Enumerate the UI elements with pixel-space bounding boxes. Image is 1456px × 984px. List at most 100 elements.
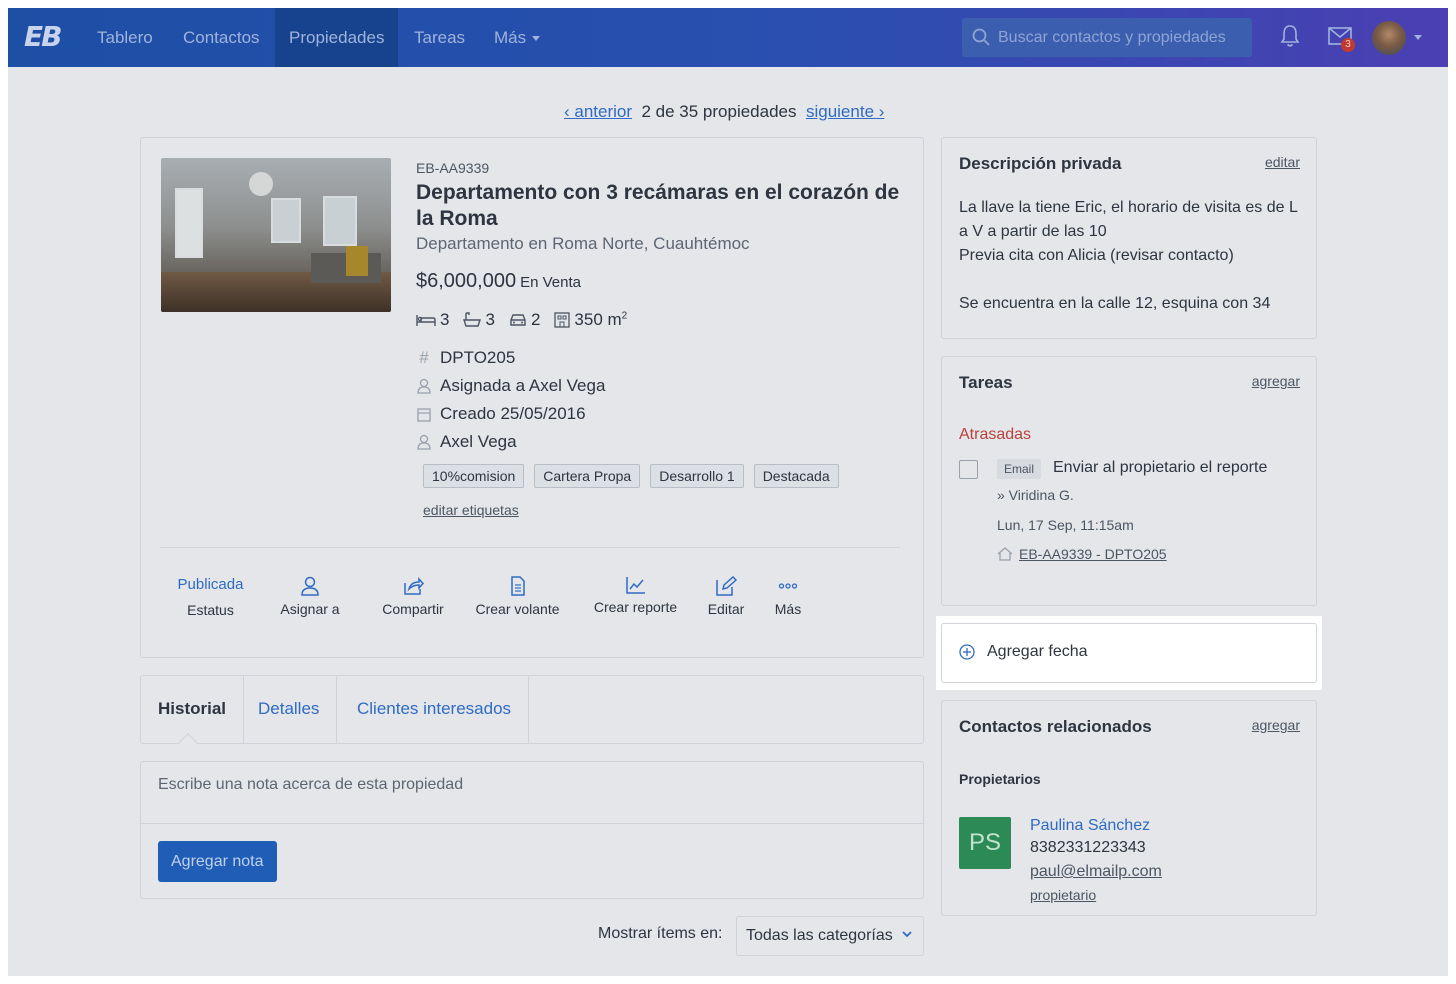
contact-name-link[interactable]: Paulina Sánchez (1030, 817, 1150, 835)
category-select[interactable]: Todas las categorías (736, 916, 924, 956)
filter-label: Mostrar ítems en: (598, 925, 723, 942)
bedrooms-feature: 3 (416, 310, 449, 330)
add-contact-link[interactable]: agregar (1252, 717, 1300, 733)
bathtub-icon (463, 312, 482, 327)
report-label: Crear reporte (593, 599, 678, 615)
related-contacts-title: Contactos relacionados (959, 717, 1152, 736)
property-tabs: Historial Detalles Clientes interesados (140, 675, 924, 753)
task-date: Lun, 17 Sep, 11:15am (997, 517, 1134, 533)
edit-tags-link[interactable]: editar etiquetas (423, 502, 519, 518)
price-value: $6,000,000 (416, 270, 517, 292)
contact-phone: 8382331223343 (1030, 839, 1146, 856)
note-composer: Agregar nota (140, 761, 924, 899)
area-unit-exponent: 2 (621, 310, 628, 322)
tag-item[interactable]: Desarrollo 1 (650, 464, 744, 488)
chevron-down-icon (532, 36, 541, 42)
tag-item[interactable]: Destacada (753, 464, 839, 488)
chevron-down-icon[interactable] (1414, 35, 1422, 40)
calendar-icon (416, 407, 432, 422)
overdue-heading: Atrasadas (959, 426, 1032, 443)
flyer-action[interactable]: Crear volante (470, 576, 565, 617)
area-number: 350 m (574, 310, 622, 329)
task-assignee: » Viridina G. (997, 487, 1074, 503)
app-logo[interactable]: EB (24, 20, 62, 53)
assign-user-icon (301, 576, 319, 596)
nav-item-mas-label: Más (494, 28, 527, 47)
property-title: Departamento con 3 recámaras en el coraz… (416, 181, 900, 230)
chart-icon (625, 577, 645, 594)
related-contacts-card: Contactos relacionados agregar Propietar… (941, 700, 1317, 916)
add-task-link[interactable]: agregar (1252, 373, 1300, 389)
created-row: Creado 25/05/2016 (416, 404, 586, 424)
task-title[interactable]: Enviar al propietario el reporte (1053, 459, 1267, 477)
bell-icon[interactable] (1280, 24, 1300, 48)
created-text: Creado 25/05/2016 (440, 404, 586, 423)
private-description-card: Descripción privada editar La llave la t… (941, 137, 1317, 339)
user-avatar[interactable] (1372, 21, 1406, 55)
app-window: EB Tablero Contactos Propiedades Tareas … (8, 8, 1448, 976)
car-icon (510, 314, 526, 326)
more-action[interactable]: Más (768, 576, 808, 617)
tab-clientes-interesados[interactable]: Clientes interesados (340, 676, 530, 743)
user-icon (416, 434, 432, 450)
add-note-button[interactable]: Agregar nota (158, 841, 277, 882)
more-dots-icon (778, 583, 798, 589)
mail-count-badge: 3 (1341, 38, 1355, 52)
share-icon (404, 577, 425, 595)
edit-label: Editar (707, 601, 745, 617)
tag-item[interactable]: 10%comision (423, 464, 525, 488)
task-type-badge: Email (997, 459, 1042, 479)
report-action[interactable]: Crear reporte (588, 576, 683, 615)
property-price: $6,000,000 En Venta (416, 270, 581, 293)
search-input[interactable] (998, 18, 1248, 57)
assign-label: Asignar a (280, 601, 340, 617)
property-photo[interactable] (161, 158, 391, 312)
task-property-link[interactable]: EB-AA9339 - DPTO205 (1019, 546, 1167, 562)
property-features: 3 3 2 350 m2 (416, 310, 627, 330)
bathrooms-count: 3 (485, 310, 495, 329)
divider (160, 547, 900, 548)
edit-description-link[interactable]: editar (1265, 154, 1300, 170)
contact-email-link[interactable]: paul@elmailp.com (1030, 863, 1162, 881)
tasks-title: Tareas (959, 373, 1013, 392)
assigned-text: Asignada a Axel Vega (440, 376, 606, 395)
area-value: 350 m2 (574, 310, 627, 330)
nav-item-propiedades[interactable]: Propiedades (275, 8, 399, 67)
nav-item-contactos[interactable]: Contactos (169, 8, 274, 67)
bathrooms-feature: 3 (463, 310, 495, 330)
bed-icon (416, 315, 436, 326)
flyer-label: Crear volante (475, 601, 560, 617)
parking-count: 2 (530, 310, 541, 329)
parking-feature: 2 (509, 310, 540, 330)
next-link[interactable]: siguiente › (806, 102, 884, 121)
edit-action[interactable]: Editar (702, 575, 750, 617)
add-date-button[interactable]: Agregar fecha (941, 623, 1317, 683)
more-label: Más (774, 601, 802, 617)
building-area-icon (554, 312, 571, 328)
nav-item-tablero[interactable]: Tablero (83, 8, 167, 67)
nav-item-tareas[interactable]: Tareas (400, 8, 479, 67)
task-checkbox[interactable] (959, 460, 978, 479)
nav-item-mas[interactable]: Más (480, 8, 554, 67)
search-box[interactable] (962, 18, 1252, 57)
home-icon (997, 547, 1013, 561)
note-textarea[interactable] (141, 762, 923, 824)
contact-role-link[interactable]: propietario (1030, 887, 1096, 903)
status-action[interactable]: Publicada Estatus (173, 576, 248, 618)
tab-historial[interactable]: Historial (141, 676, 245, 743)
contact-avatar[interactable]: PS (959, 817, 1011, 869)
edit-icon (716, 575, 738, 596)
share-label: Compartir (382, 601, 444, 617)
operation-type: En Venta (520, 274, 581, 291)
property-subtitle: Departamento en Roma Norte, Cuauhtémoc (416, 234, 750, 253)
share-action[interactable]: Compartir (373, 576, 453, 617)
previous-link[interactable]: ‹ anterior (564, 102, 632, 121)
plus-circle-icon (959, 644, 975, 660)
assigned-row: Asignada a Axel Vega (416, 376, 605, 396)
assign-action[interactable]: Asignar a (275, 576, 345, 617)
tag-list: 10%comision Cartera Propa Desarrollo 1 D… (423, 464, 839, 488)
tab-detalles[interactable]: Detalles (241, 676, 338, 743)
tag-item[interactable]: Cartera Propa (534, 464, 641, 488)
status-value: Publicada (177, 576, 244, 593)
tasks-card: Tareas agregar Atrasadas Email Enviar al… (941, 356, 1317, 606)
